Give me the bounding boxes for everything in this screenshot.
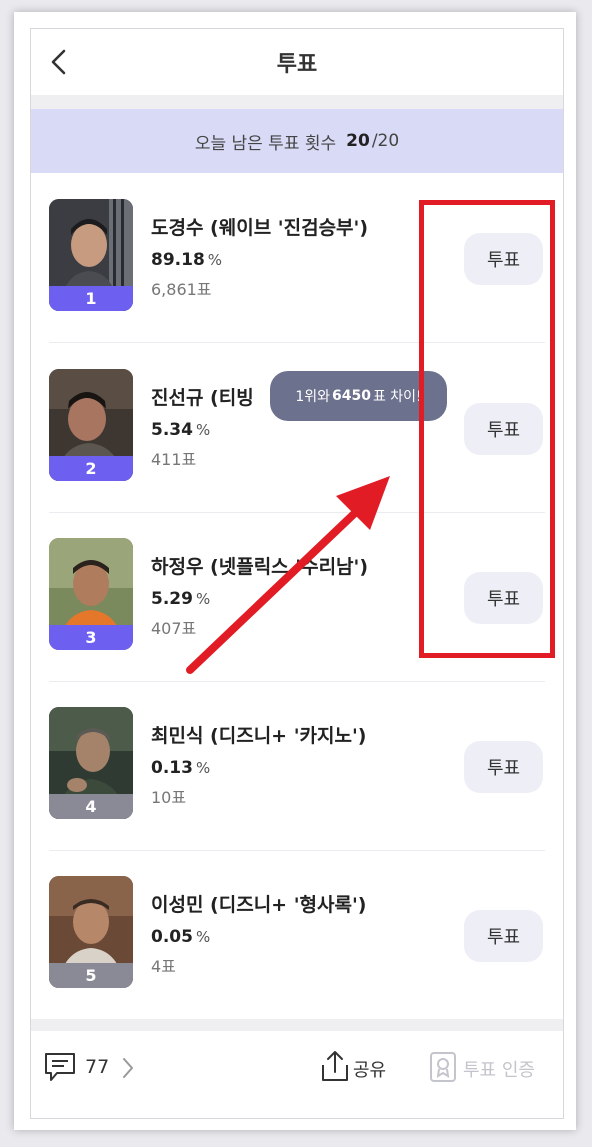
chevron-right-icon[interactable] bbox=[119, 1055, 137, 1081]
percent-unit: % bbox=[195, 928, 211, 946]
candidate-row: 4 최민식 (디즈니+ '카지노') 0.13% 10표 투표 bbox=[31, 681, 563, 851]
remaining-label: 오늘 남은 투표 횟수 bbox=[194, 133, 337, 154]
rank-badge: 4 bbox=[49, 794, 133, 819]
footer-bar: 77 공유 투표 인증 bbox=[31, 1031, 563, 1118]
percent-value: 5.34 bbox=[151, 420, 193, 440]
percent-value: 0.05 bbox=[151, 927, 193, 947]
percent-value: 89.18 bbox=[151, 250, 205, 270]
remaining-votes-banner: 오늘 남은 투표 횟수 20 /20 bbox=[31, 109, 563, 173]
vote-count: 411표 bbox=[151, 450, 197, 469]
vote-button[interactable]: 투표 bbox=[464, 572, 543, 624]
remaining-count: 20 bbox=[346, 131, 370, 151]
comment-count[interactable]: 77 bbox=[85, 1056, 109, 1078]
percent-unit: % bbox=[207, 251, 223, 269]
remaining-total: /20 bbox=[371, 131, 400, 151]
vote-count: 4표 bbox=[151, 957, 176, 976]
vote-count: 407표 bbox=[151, 619, 197, 638]
share-button[interactable]: 공유 bbox=[353, 1056, 386, 1082]
vote-count: 6,861표 bbox=[151, 280, 212, 299]
percent-value: 0.13 bbox=[151, 758, 193, 778]
vote-percent: 5.34% bbox=[151, 420, 210, 440]
candidate-name: 하정우 (넷플릭스 '수리남') bbox=[151, 556, 369, 578]
avatar: 4 bbox=[49, 707, 133, 819]
tooltip-number: 6450 bbox=[332, 388, 371, 404]
vote-button[interactable]: 투표 bbox=[464, 233, 543, 285]
candidate-name: 도경수 (웨이브 '진검승부') bbox=[151, 217, 369, 239]
header: 투표 bbox=[31, 29, 563, 95]
percent-unit: % bbox=[195, 759, 211, 777]
avatar: 1 bbox=[49, 199, 133, 311]
percent-unit: % bbox=[195, 590, 211, 608]
certificate-badge-icon bbox=[430, 1052, 456, 1082]
candidate-name: 최민식 (디즈니+ '카지노') bbox=[151, 725, 367, 747]
vote-gap-tooltip: 1위와 6450 표 차이! bbox=[270, 371, 447, 421]
comment-icon[interactable] bbox=[43, 1051, 77, 1083]
percent-value: 5.29 bbox=[151, 589, 193, 609]
vote-percent: 0.05% bbox=[151, 927, 210, 947]
share-icon[interactable] bbox=[319, 1048, 351, 1084]
certify-vote-button[interactable]: 투표 인증 bbox=[463, 1056, 535, 1082]
candidate-name: 진선규 (티빙 bbox=[151, 387, 254, 409]
tooltip-prefix: 1위와 bbox=[295, 389, 330, 405]
candidate-row: 3 하정우 (넷플릭스 '수리남') 5.29% 407표 투표 bbox=[31, 512, 563, 682]
rank-badge: 5 bbox=[49, 963, 133, 988]
vote-percent: 89.18% bbox=[151, 250, 222, 270]
vote-button[interactable]: 투표 bbox=[464, 910, 543, 962]
vote-percent: 5.29% bbox=[151, 589, 210, 609]
avatar: 2 bbox=[49, 369, 133, 481]
tooltip-suffix: 표 차이! bbox=[372, 389, 422, 405]
vote-button[interactable]: 투표 bbox=[464, 741, 543, 793]
page-title: 투표 bbox=[276, 52, 318, 77]
candidate-name: 이성민 (디즈니+ '형사록') bbox=[151, 894, 367, 916]
percent-unit: % bbox=[195, 421, 211, 439]
avatar: 5 bbox=[49, 876, 133, 988]
candidate-row: 1 도경수 (웨이브 '진검승부') 89.18% 6,861표 투표 bbox=[31, 173, 563, 343]
vote-count: 10표 bbox=[151, 788, 187, 807]
candidate-row: 5 이성민 (디즈니+ '형사록') 0.05% 4표 투표 bbox=[31, 850, 563, 1020]
divider bbox=[31, 95, 563, 109]
divider bbox=[31, 1019, 563, 1031]
vote-button[interactable]: 투표 bbox=[464, 403, 543, 455]
avatar: 3 bbox=[49, 538, 133, 650]
rank-badge: 2 bbox=[49, 456, 133, 481]
rank-badge: 1 bbox=[49, 286, 133, 311]
vote-percent: 0.13% bbox=[151, 758, 210, 778]
rank-badge: 3 bbox=[49, 625, 133, 650]
candidate-row: 2 진선규 (티빙 5.34% 411표 투표 bbox=[31, 343, 563, 513]
vote-screen: 투표 오늘 남은 투표 횟수 20 /20 1 도경수 (웨이브 '진검승부')… bbox=[30, 28, 564, 1119]
